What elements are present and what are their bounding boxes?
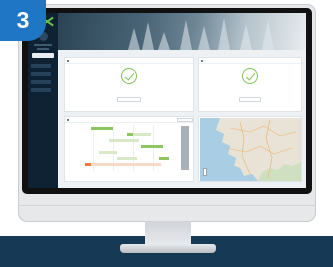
app-screen <box>28 13 306 188</box>
map-land <box>200 118 301 181</box>
monitor-chin-line <box>18 205 316 206</box>
hero-banner <box>58 13 306 50</box>
tree-decoration <box>180 20 192 50</box>
map-zoom-control[interactable] <box>203 168 207 176</box>
gantt-bar[interactable] <box>117 157 137 160</box>
gantt-bar[interactable] <box>91 163 161 166</box>
tree-decoration <box>262 20 274 50</box>
sidebar-primary-button[interactable] <box>32 53 54 58</box>
check-icon <box>242 68 258 84</box>
card-header-icon <box>67 60 69 62</box>
card-header <box>65 58 193 64</box>
gantt-today-marker <box>181 126 189 170</box>
tree-decoration <box>198 26 210 50</box>
card-action-button[interactable] <box>239 97 261 102</box>
map-card <box>198 116 302 182</box>
gantt-bar[interactable] <box>109 139 139 142</box>
sidebar-item-4[interactable] <box>31 88 51 92</box>
card-header-icon <box>201 60 203 62</box>
gantt-bar[interactable] <box>133 133 151 136</box>
status-card-right <box>198 57 302 112</box>
tree-decoration <box>218 18 230 50</box>
gantt-bar[interactable] <box>99 151 117 154</box>
gantt-bar[interactable] <box>141 145 163 148</box>
planning-card <box>64 116 194 182</box>
gantt-zoom-button[interactable] <box>177 118 193 122</box>
map-view[interactable] <box>200 118 301 181</box>
step-badge: 3 <box>0 0 46 41</box>
tree-decoration <box>158 32 170 50</box>
app-logo-icon <box>45 19 54 26</box>
scene: 3 <box>0 0 333 267</box>
card-header-icon <box>67 119 69 121</box>
card-action-button[interactable] <box>117 97 141 102</box>
card-header <box>199 58 301 64</box>
user-role-line <box>37 48 49 50</box>
user-name-line <box>34 44 52 46</box>
card-header <box>65 117 193 123</box>
gantt-bar[interactable] <box>91 127 113 130</box>
check-icon <box>121 68 137 84</box>
tree-decoration <box>142 22 154 50</box>
sidebar-item-2[interactable] <box>31 72 51 76</box>
sidebar-item-1[interactable] <box>31 64 51 68</box>
monitor-stand-base <box>120 244 216 253</box>
tree-decoration <box>240 24 252 50</box>
status-card-left <box>64 57 194 112</box>
sidebar-item-3[interactable] <box>31 80 51 84</box>
gantt-bar[interactable] <box>159 157 169 160</box>
tree-decoration <box>128 28 140 50</box>
